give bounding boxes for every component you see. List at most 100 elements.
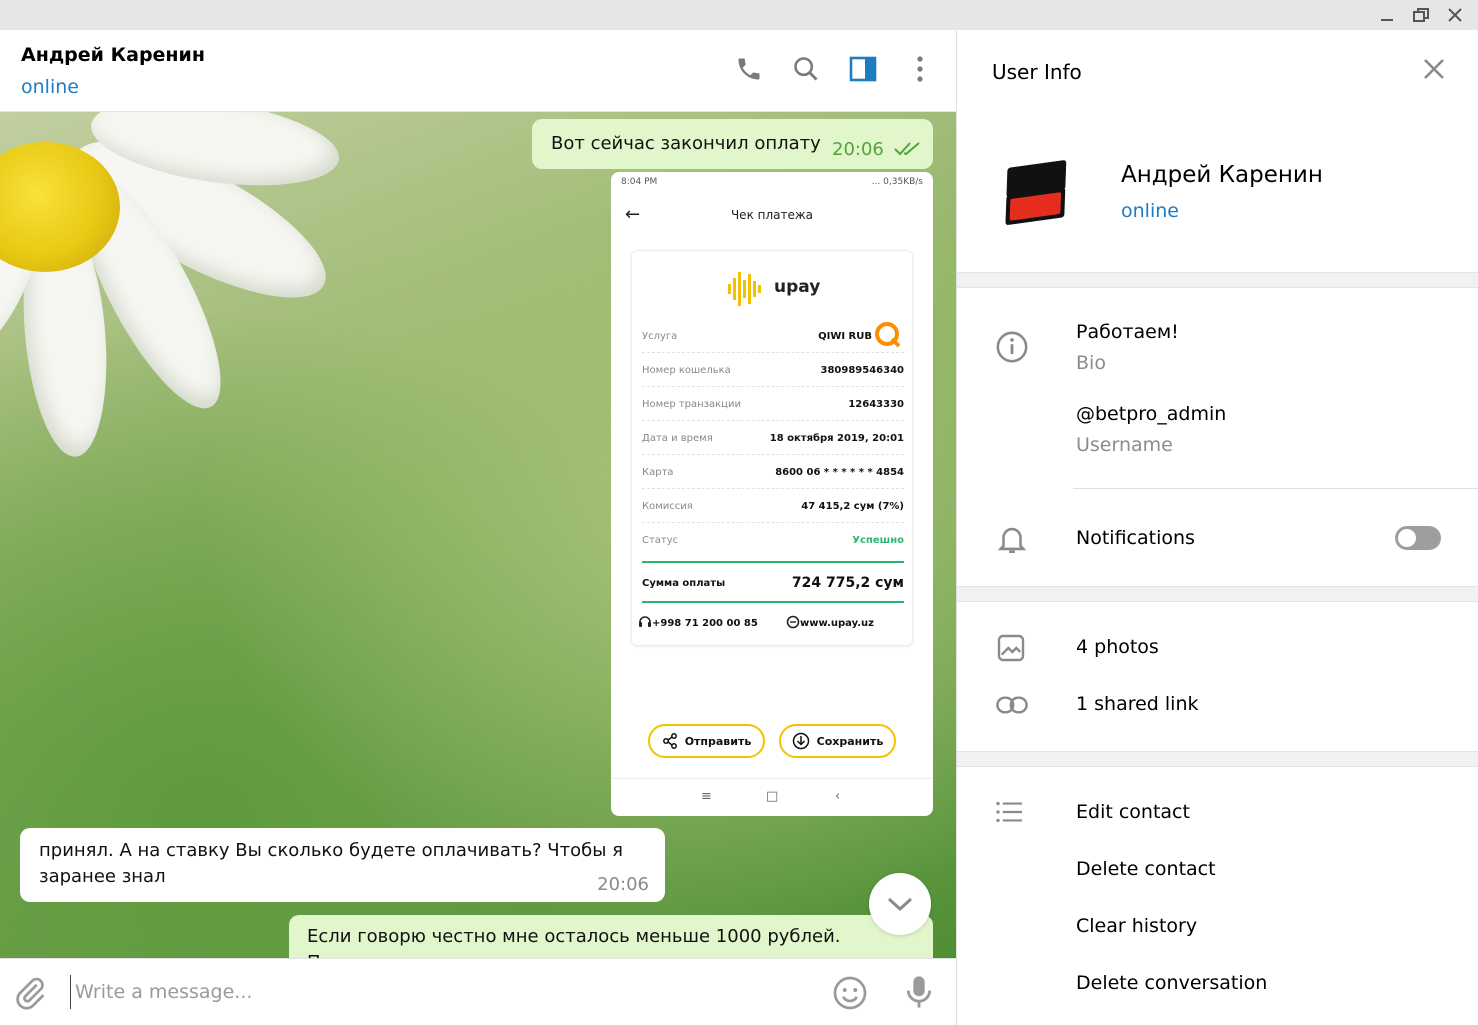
edit-contact-button[interactable]: Edit contact bbox=[1076, 801, 1190, 823]
username-label: Username bbox=[1076, 434, 1173, 456]
call-button[interactable] bbox=[732, 52, 766, 86]
bio-value: Работаем! bbox=[1076, 321, 1179, 343]
restore-button[interactable] bbox=[1410, 5, 1432, 25]
receipt-send-label: Отправить bbox=[684, 734, 752, 748]
message-composer bbox=[0, 958, 956, 1025]
receipt-row: Номер транзакции 12643330 bbox=[642, 387, 904, 421]
message-time: 20:06 bbox=[832, 139, 884, 160]
peer-name[interactable]: Андрей Каренин bbox=[21, 44, 205, 66]
upay-logo: upay bbox=[632, 261, 912, 311]
minimize-button[interactable] bbox=[1376, 5, 1398, 25]
receipt-row-value: QIWI RUB bbox=[818, 331, 872, 342]
upay-logo-icon bbox=[728, 272, 761, 306]
message-bubble-outgoing[interactable]: Вот сейчас закончил оплату 20:06 bbox=[532, 119, 933, 169]
bio-label: Bio bbox=[1076, 352, 1106, 374]
receipt-row-value: 12643330 bbox=[848, 399, 904, 410]
more-vertical-icon bbox=[917, 56, 923, 82]
download-icon bbox=[792, 732, 809, 750]
notifications-label: Notifications bbox=[1076, 527, 1195, 549]
list-icon bbox=[995, 800, 1025, 824]
menu-icon: ≡ bbox=[701, 789, 712, 804]
receipt-row: Статус Успешно bbox=[642, 523, 904, 557]
upay-brand: upay bbox=[774, 277, 821, 297]
receipt-row-key: Статус bbox=[642, 535, 679, 546]
receipt-row-key: Дата и время bbox=[642, 433, 713, 444]
sidebar-toggle-icon bbox=[849, 56, 877, 82]
phone-icon bbox=[738, 58, 760, 80]
photo-message[interactable]: 8:04 PM ... 0,35KB/s ← Чек платежа upay … bbox=[611, 172, 933, 816]
message-bubble-outgoing[interactable]: Если говорю честно мне осталось меньше 1… bbox=[289, 915, 933, 958]
shared-links-item[interactable]: 1 shared link bbox=[1076, 693, 1199, 715]
receipt-status-value: Успешно bbox=[852, 535, 904, 546]
chat-header: Андрей Каренин online bbox=[0, 30, 956, 112]
section-separator bbox=[957, 586, 1478, 602]
notifications-toggle[interactable] bbox=[1395, 526, 1441, 550]
phone-status-bar: 8:04 PM ... 0,35KB/s bbox=[611, 172, 933, 192]
message-bubble-incoming[interactable]: принял. А на ставку Вы сколько будете оп… bbox=[20, 828, 665, 902]
emoji-button[interactable] bbox=[832, 975, 868, 1015]
betpro-logo-icon bbox=[1005, 160, 1067, 225]
receipt-row: Комиссия 47 415,2 сум (7%) bbox=[642, 489, 904, 523]
headset-icon bbox=[638, 615, 652, 632]
receipt-total: Сумма оплаты 724 775,2 сум bbox=[642, 561, 904, 603]
phone-nav-bar: ≡ □ ‹ bbox=[611, 778, 933, 816]
support-phone: +998 71 200 00 85 bbox=[652, 618, 758, 629]
home-square-icon: □ bbox=[766, 789, 779, 804]
delete-conversation-button[interactable]: Delete conversation bbox=[1076, 972, 1267, 994]
receipt-row: Номер кошелька 380989546340 bbox=[642, 353, 904, 387]
chat-history[interactable]: Вот сейчас закончил оплату 20:06 8:04 PM… bbox=[0, 112, 956, 958]
receipt-contacts: +998 71 200 00 85 www.upay.uz bbox=[639, 611, 904, 637]
section-separator bbox=[957, 272, 1478, 288]
clear-history-button[interactable]: Clear history bbox=[1076, 915, 1197, 937]
info-icon bbox=[995, 330, 1029, 364]
search-button[interactable] bbox=[789, 52, 823, 86]
message-input[interactable] bbox=[70, 975, 810, 1009]
receipt-row: Дата и время 18 октября 2019, 20:01 bbox=[642, 421, 904, 455]
receipt-title: Чек платежа bbox=[730, 208, 814, 222]
total-value: 724 775,2 сум bbox=[791, 575, 904, 591]
panel-title: User Info bbox=[992, 60, 1082, 84]
link-icon bbox=[995, 690, 1029, 720]
shared-photos-item[interactable]: 4 photos bbox=[1076, 636, 1159, 658]
attach-button[interactable] bbox=[12, 975, 48, 1015]
peer-status: online bbox=[21, 76, 79, 98]
restore-icon bbox=[1413, 8, 1429, 22]
receipt-row-value: 8600 06 * * * * * * 4854 bbox=[775, 467, 904, 478]
receipt-row-value: 380989546340 bbox=[820, 365, 905, 376]
receipt-send-button: Отправить bbox=[648, 724, 765, 758]
phone-status-indicators: ... 0,35KB/s bbox=[871, 177, 923, 187]
delete-contact-button[interactable]: Delete contact bbox=[1076, 858, 1216, 880]
qiwi-logo-icon bbox=[875, 322, 901, 348]
section-separator bbox=[957, 751, 1478, 767]
more-menu-button[interactable] bbox=[903, 52, 937, 86]
receipt-card: upay Услуга QIWI RUB Номер кошелька 38098… bbox=[631, 250, 913, 646]
receipt-row-key: Номер транзакции bbox=[642, 399, 741, 410]
microphone-icon bbox=[906, 976, 932, 1008]
username-value[interactable]: @betpro_admin bbox=[1076, 403, 1226, 425]
receipt-row-value: 18 октября 2019, 20:01 bbox=[769, 433, 904, 444]
receipt-row-key: Комиссия bbox=[642, 501, 693, 512]
phone-status-time: 8:04 PM bbox=[621, 177, 658, 187]
bell-icon bbox=[995, 522, 1029, 556]
message-text: принял. А на ставку Вы сколько будете оп… bbox=[39, 840, 623, 887]
panel-close-button[interactable] bbox=[1421, 56, 1447, 86]
photo-icon bbox=[995, 632, 1027, 664]
window-close-button[interactable] bbox=[1444, 5, 1466, 25]
read-checkmarks-icon bbox=[894, 142, 920, 156]
receipt-row-value: 47 415,2 сум (7%) bbox=[801, 501, 904, 512]
profile-status: online bbox=[1121, 200, 1179, 222]
back-chevron-icon: ‹ bbox=[835, 789, 841, 804]
receipt-row-key: Номер кошелька bbox=[642, 365, 731, 376]
smiley-icon bbox=[833, 976, 867, 1010]
divider bbox=[1073, 488, 1478, 489]
message-text: Вот сейчас закончил оплату bbox=[551, 133, 821, 154]
user-info-panel: User Info Андрей Каренин online Работаем… bbox=[956, 30, 1478, 1025]
info-panel-toggle[interactable] bbox=[846, 52, 880, 86]
receipt-save-label: Сохранить bbox=[816, 734, 884, 748]
globe-icon bbox=[786, 615, 800, 632]
receipt-row: Карта 8600 06 * * * * * * 4854 bbox=[642, 455, 904, 489]
voice-record-button[interactable] bbox=[902, 973, 936, 1015]
receipt-row-key: Карта bbox=[642, 467, 674, 478]
scroll-to-bottom-button[interactable] bbox=[869, 873, 931, 935]
avatar[interactable] bbox=[999, 158, 1079, 228]
